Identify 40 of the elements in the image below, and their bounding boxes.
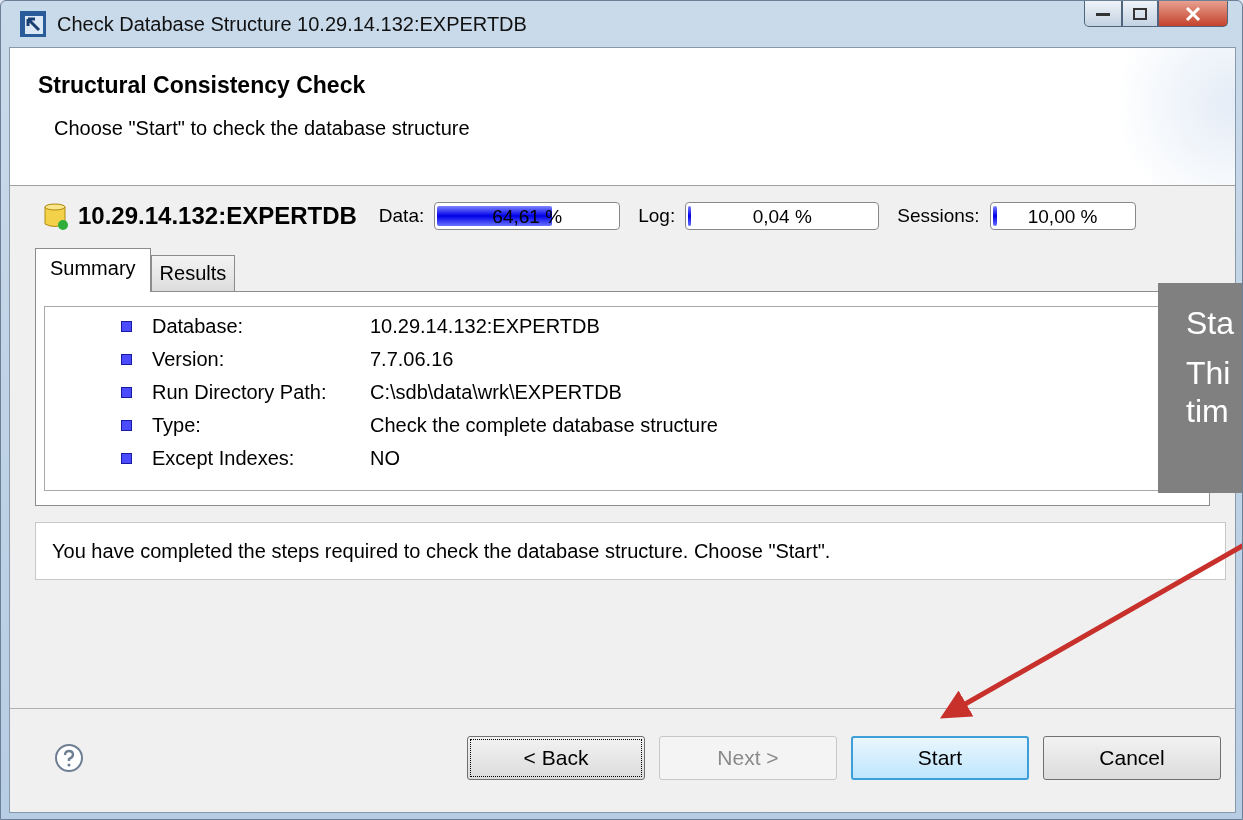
summary-value: 7.7.06.16	[370, 348, 454, 371]
page-title: Structural Consistency Check	[38, 72, 367, 99]
meter-label: Data:	[378, 205, 425, 227]
dialog-button[interactable]: < Back	[467, 735, 645, 780]
bullet-icon	[121, 321, 132, 332]
bullet-icon	[121, 354, 132, 365]
meter-label: Log:	[638, 205, 676, 227]
dialog-button[interactable]: Cancel	[1043, 735, 1221, 780]
summary-label: Run Directory Path:	[152, 381, 328, 404]
page-subtitle: Choose "Start" to check the database structure	[54, 117, 471, 140]
meter-reading: 0,04 %	[751, 206, 813, 228]
summary-label: Database:	[152, 315, 245, 338]
meter-reading: 10,00 %	[1026, 206, 1099, 228]
summary-label: Version:	[152, 348, 226, 371]
meter-label: Sessions:	[897, 205, 980, 227]
maximize-button[interactable]	[1122, 1, 1158, 27]
window-title: Check Database Structure 10.29.14.132:EXPERTDB	[57, 12, 527, 36]
summary-value: NO	[370, 447, 400, 470]
database-icon	[44, 202, 68, 230]
callout-text: Thi tim	[1186, 354, 1232, 430]
bullet-icon	[121, 453, 132, 464]
app-icon	[19, 10, 47, 38]
tab[interactable]: Results	[150, 255, 236, 292]
bullet-icon	[121, 420, 132, 431]
summary-value: Check the complete database structure	[370, 414, 718, 437]
help-icon[interactable]	[54, 742, 84, 773]
close-button[interactable]	[1158, 1, 1228, 27]
minimize-button[interactable]	[1084, 1, 1122, 27]
close-icon	[1185, 6, 1201, 21]
maximize-icon	[1133, 7, 1147, 20]
summary-value: C:\sdb\data\wrk\EXPERTDB	[370, 381, 622, 404]
summary-value: 10.29.14.132:EXPERTDB	[370, 315, 600, 338]
summary-label: Type:	[152, 414, 202, 437]
message-text: You have completed the steps required to check the database structure. Choose "Start".	[52, 539, 831, 563]
dialog-button[interactable]: Start	[851, 735, 1029, 780]
bullet-icon	[121, 387, 132, 398]
database-name: 10.29.14.132:EXPERTDB	[78, 202, 357, 230]
tab[interactable]: Summary	[35, 248, 151, 292]
callout-title: Sta	[1186, 305, 1236, 342]
summary-label: Except Indexes:	[152, 447, 296, 470]
